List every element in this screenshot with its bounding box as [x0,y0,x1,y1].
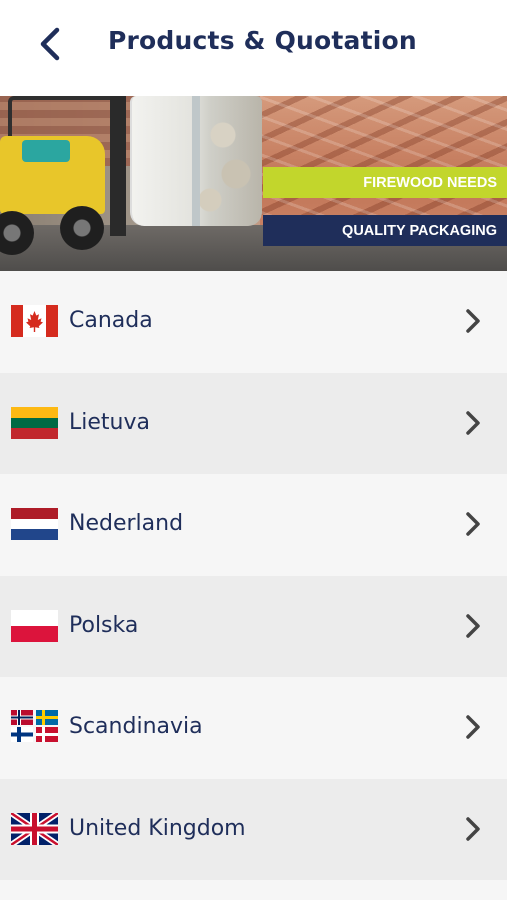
uk-flag-icon [11,812,58,845]
app-header: Products & Quotation [0,0,507,96]
chevron-right-icon [466,410,480,435]
netherlands-flag-icon [11,508,58,540]
chevron-right-icon [466,816,480,841]
back-button[interactable] [30,22,70,66]
forklift-seat [22,140,70,162]
country-item-united-kingdom[interactable]: United Kingdom [0,778,507,880]
chevron-right-icon [466,512,480,536]
bag-strap [192,96,200,226]
chevron-right-icon [466,613,480,638]
country-item-nederland[interactable]: Nederland [0,474,507,576]
forklift-mast [110,96,126,236]
country-label: Scandinavia [69,714,203,739]
banner-ribbon-firewood: FIREWOOD NEEDS [263,167,507,198]
promo-banner: FIREWOOD NEEDS QUALITY PACKAGING [0,96,507,271]
chevron-left-icon [40,27,60,61]
country-item-polska[interactable]: Polska [0,575,507,677]
forklift-wheel [60,206,104,250]
lithuania-flag-icon [11,406,58,439]
chevron-right-icon [466,309,480,333]
country-list: Canada Lietuva Nederland Polska Scandina… [0,271,507,880]
canada-flag-icon [11,305,58,337]
country-item-lietuva[interactable]: Lietuva [0,372,507,474]
chevron-right-icon [466,715,480,739]
country-item-canada[interactable]: Canada [0,271,507,373]
country-item-scandinavia[interactable]: Scandinavia [0,677,507,779]
country-label: United Kingdom [69,815,246,841]
country-label: Polska [69,612,139,638]
list-bottom-spacer [0,880,507,900]
poland-flag-icon [11,609,58,642]
banner-ribbon-packaging: QUALITY PACKAGING [263,215,507,246]
scandinavia-flags-icon [11,710,58,742]
country-label: Lietuva [69,409,150,435]
country-label: Nederland [69,511,184,536]
country-label: Canada [69,308,153,333]
page-title: Products & Quotation [108,26,417,55]
